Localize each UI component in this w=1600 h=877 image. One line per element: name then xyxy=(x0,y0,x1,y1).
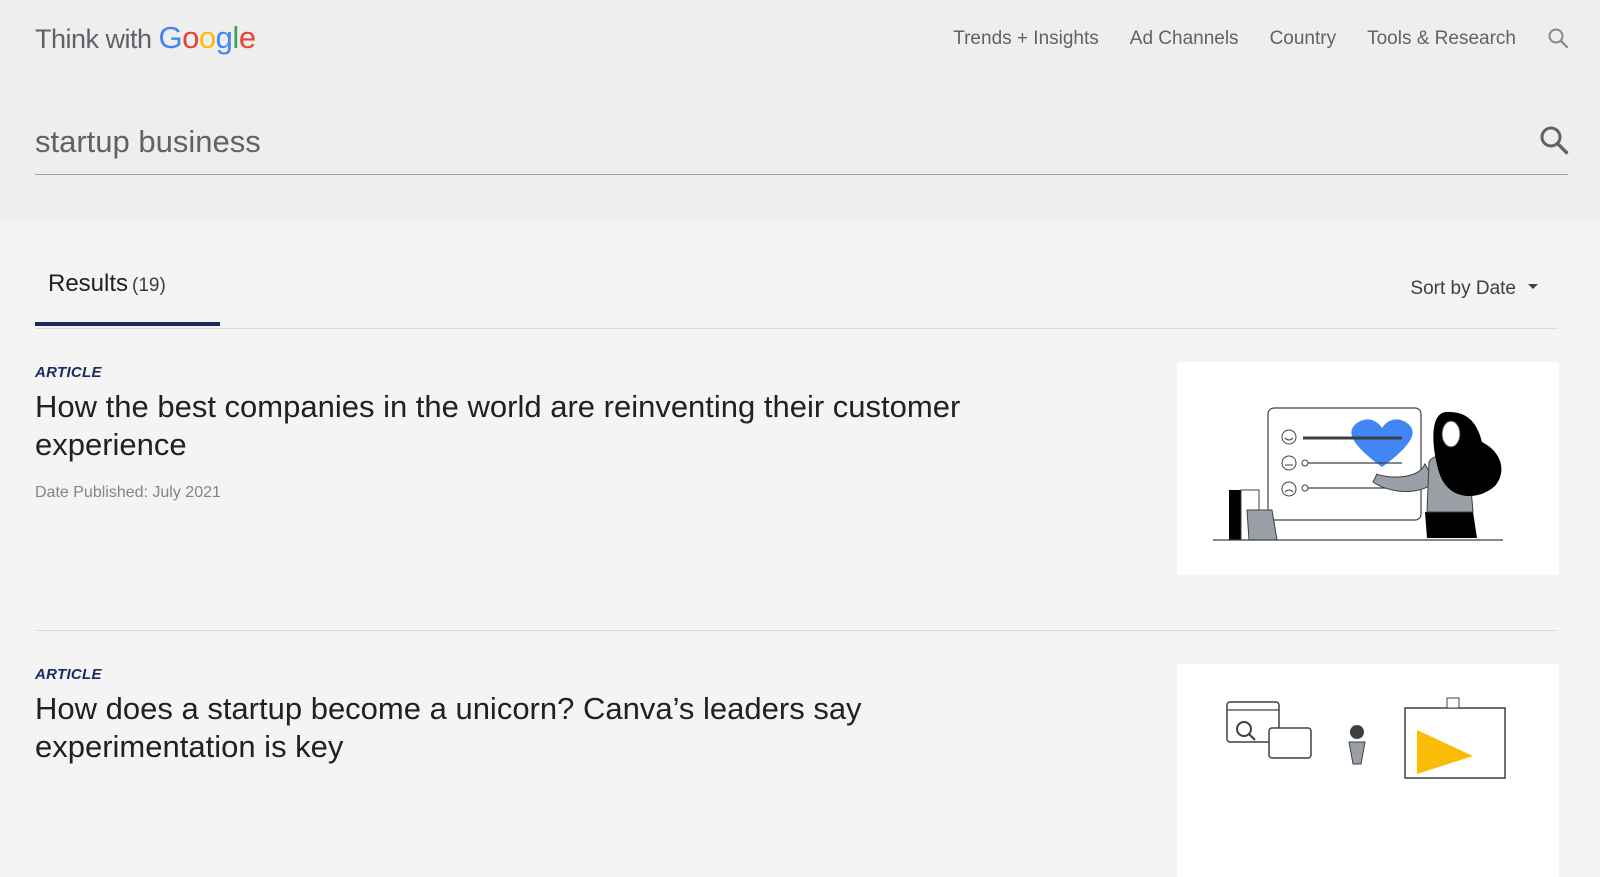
startup-experimentation-illustration xyxy=(1226,697,1506,779)
main-nav: Trends + Insights Ad Channels Country To… xyxy=(922,26,1516,52)
result-item: ARTICLE How does a startup become a unic… xyxy=(35,664,1559,877)
result-date: Date Published: July 2021 xyxy=(35,484,221,501)
nav-item-trends-insights[interactable]: Trends + Insights xyxy=(953,26,1099,52)
caret-down-icon xyxy=(1528,283,1538,289)
results-tabs: Results (19) Sort by Date xyxy=(35,258,1558,329)
tab-results-text: Results xyxy=(48,270,129,297)
logo-letter: G xyxy=(158,20,183,55)
logo-google-text: Google xyxy=(158,20,257,56)
sort-label: Sort by Date xyxy=(1410,278,1516,299)
tab-results[interactable]: Results (19) xyxy=(35,258,220,326)
result-type: ARTICLE xyxy=(35,666,102,683)
result-item: ARTICLE How the best companies in the wo… xyxy=(35,362,1559,631)
sort-dropdown[interactable]: Sort by Date xyxy=(1410,278,1538,300)
customer-feedback-illustration xyxy=(1213,407,1503,541)
site-header: Think with Google Trends + Insights Ad C… xyxy=(0,0,1600,220)
search-submit-icon[interactable] xyxy=(1538,124,1570,156)
logo-letter: g xyxy=(215,20,233,55)
logo-letter: o xyxy=(198,20,216,55)
result-thumbnail[interactable] xyxy=(1177,362,1559,575)
results-count: (19) xyxy=(132,275,166,296)
search-input[interactable] xyxy=(35,122,1475,162)
search-bar xyxy=(35,112,1570,175)
nav-item-ad-channels[interactable]: Ad Channels xyxy=(1130,26,1239,52)
tab-results-label: Results (19) xyxy=(48,270,166,298)
nav-item-country[interactable]: Country xyxy=(1270,26,1337,52)
result-thumbnail[interactable] xyxy=(1177,664,1559,877)
nav-item-tools-research[interactable]: Tools & Research xyxy=(1367,26,1516,52)
result-title-link[interactable]: How does a startup become a unicorn? Can… xyxy=(35,690,995,766)
logo-think-text: Think with xyxy=(35,24,152,54)
result-title-link[interactable]: How the best companies in the world are … xyxy=(35,388,995,464)
think-with-google-logo[interactable]: Think with Google xyxy=(35,20,256,60)
logo-letter: o xyxy=(182,20,199,55)
search-icon[interactable] xyxy=(1546,26,1570,50)
logo-letter: e xyxy=(238,20,256,55)
result-type: ARTICLE xyxy=(35,364,102,381)
